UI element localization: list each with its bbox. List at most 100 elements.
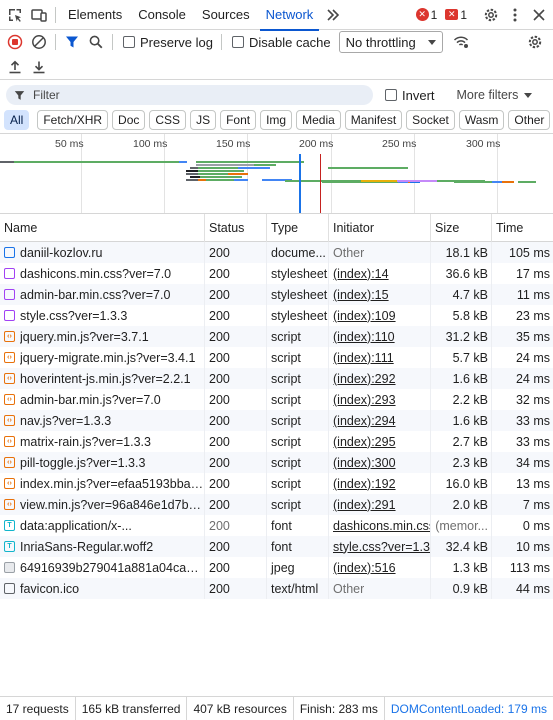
checkbox-box[interactable] <box>231 36 244 48</box>
export-har-icon[interactable] <box>27 55 51 79</box>
initiator-link[interactable]: style.css?ver=1.3.3 <box>333 540 430 554</box>
request-name-cell[interactable]: dashicons.min.css?ver=7.0 <box>0 263 205 284</box>
request-initiator[interactable]: (index):292 <box>329 368 431 389</box>
request-initiator[interactable]: (index):291 <box>329 494 431 515</box>
table-row[interactable]: 64916939b279041a881a04ca0a... 200 jpeg (ind… <box>0 557 553 578</box>
request-name-cell[interactable]: ‹› pill-toggle.js?ver=1.3.3 <box>0 452 205 473</box>
table-row[interactable]: ‹› pill-toggle.js?ver=1.3.3 200 script (inde… <box>0 452 553 473</box>
request-name-cell[interactable]: ‹› nav.js?ver=1.3.3 <box>0 410 205 431</box>
request-name-cell[interactable]: ‹› view.min.js?ver=96a846e1d7b7... <box>0 494 205 515</box>
request-name-cell[interactable]: daniil-kozlov.ru <box>0 242 205 263</box>
table-row[interactable]: ‹› view.min.js?ver=96a846e1d7b7... 200 scri… <box>0 494 553 515</box>
checkbox-box[interactable] <box>123 36 135 48</box>
request-name-cell[interactable]: ‹› admin-bar.min.js?ver=7.0 <box>0 389 205 410</box>
type-filter-media[interactable]: Media <box>296 110 341 130</box>
request-initiator[interactable]: (index):15 <box>329 284 431 305</box>
column-header-time[interactable]: Time <box>492 214 553 242</box>
clear-icon[interactable] <box>27 30 51 54</box>
table-row[interactable]: ‹› admin-bar.min.js?ver=7.0 200 script (inde… <box>0 389 553 410</box>
type-filter-all[interactable]: All <box>4 110 30 130</box>
type-filter-img[interactable]: Img <box>260 110 293 130</box>
request-name-cell[interactable]: style.css?ver=1.3.3 <box>0 305 205 326</box>
table-row[interactable]: ‹› nav.js?ver=1.3.3 200 script (index):294 1.… <box>0 410 553 431</box>
request-initiator[interactable]: (index):294 <box>329 410 431 431</box>
tab-elements[interactable]: Elements <box>60 0 130 30</box>
network-settings-gear-icon[interactable] <box>523 30 547 54</box>
type-filter-fetch-xhr[interactable]: Fetch/XHR <box>37 110 109 130</box>
table-row[interactable]: style.css?ver=1.3.3 200 stylesheet (index):… <box>0 305 553 326</box>
request-initiator[interactable]: (index):109 <box>329 305 431 326</box>
initiator-link[interactable]: (index):111 <box>333 351 394 365</box>
import-har-icon[interactable] <box>3 55 27 79</box>
request-initiator[interactable]: (index):295 <box>329 431 431 452</box>
request-name-cell[interactable]: ‹› index.min.js?ver=efaa5193bbad... <box>0 473 205 494</box>
request-initiator[interactable]: (index):111 <box>329 347 431 368</box>
invert-checkbox[interactable]: Invert <box>385 88 435 103</box>
initiator-link[interactable]: (index):15 <box>333 288 389 302</box>
request-name-cell[interactable]: favicon.ico <box>0 578 205 599</box>
stop-recording-icon[interactable] <box>3 30 27 54</box>
request-initiator[interactable]: (index):516 <box>329 557 431 578</box>
close-devtools-icon[interactable] <box>527 3 551 27</box>
tab-network[interactable]: Network <box>258 0 322 31</box>
type-filter-doc[interactable]: Doc <box>112 110 146 130</box>
request-initiator[interactable]: (index):110 <box>329 326 431 347</box>
table-row[interactable]: dashicons.min.css?ver=7.0 200 stylesheet (i… <box>0 263 553 284</box>
column-header-status[interactable]: Status <box>205 213 267 242</box>
table-row[interactable]: T InriaSans-Regular.woff2 200 font style.css… <box>0 536 553 557</box>
network-conditions-icon[interactable] <box>449 30 473 54</box>
column-header-type[interactable]: Type <box>267 213 329 242</box>
table-row[interactable]: ‹› jquery.min.js?ver=3.7.1 200 script (index… <box>0 326 553 347</box>
table-row[interactable]: Tdata:application/x-... 200 font dashicons.… <box>0 515 553 536</box>
issues-counter[interactable]: ✕ 1 <box>445 8 467 22</box>
table-row[interactable]: admin-bar.min.css?ver=7.0 200 stylesheet (i… <box>0 284 553 305</box>
table-row[interactable]: ‹› jquery-migrate.min.js?ver=3.4.1 200 scri… <box>0 347 553 368</box>
request-initiator[interactable]: (index):293 <box>329 389 431 410</box>
more-filters-dropdown[interactable]: More filters <box>457 88 533 102</box>
more-tabs-icon[interactable] <box>321 3 345 27</box>
column-header-initiator[interactable]: Initiator <box>329 213 431 242</box>
throttling-select[interactable]: No throttling <box>338 31 443 53</box>
type-filter-js[interactable]: JS <box>190 110 217 130</box>
search-icon[interactable] <box>84 30 108 54</box>
initiator-link[interactable]: (index):110 <box>333 330 395 344</box>
request-name-cell[interactable]: ‹› jquery.min.js?ver=3.7.1 <box>0 326 205 347</box>
inspect-element-icon[interactable] <box>3 3 27 27</box>
filter-input[interactable]: Filter <box>6 85 373 105</box>
type-filter-font[interactable]: Font <box>220 110 257 130</box>
tab-console[interactable]: Console <box>130 0 194 30</box>
type-filter-wasm[interactable]: Wasm <box>458 110 505 130</box>
request-name-cell[interactable]: admin-bar.min.css?ver=7.0 <box>0 284 205 305</box>
tab-sources[interactable]: Sources <box>194 0 258 30</box>
customize-menu-icon[interactable] <box>503 3 527 27</box>
column-header-name[interactable]: Name <box>0 213 205 242</box>
initiator-link[interactable]: (index):293 <box>333 393 396 407</box>
request-initiator[interactable]: dashicons.min.css? <box>329 515 431 536</box>
request-name-cell[interactable]: ‹› jquery-migrate.min.js?ver=3.4.1 <box>0 347 205 368</box>
preserve-log-checkbox[interactable]: Preserve log <box>123 35 213 50</box>
initiator-link[interactable]: (index):294 <box>333 414 396 428</box>
request-initiator[interactable]: (index):14 <box>329 263 431 284</box>
settings-gear-icon[interactable] <box>479 3 503 27</box>
table-row[interactable]: ‹› index.min.js?ver=efaa5193bbad... 200 scr… <box>0 473 553 494</box>
initiator-link[interactable]: (index):192 <box>333 477 396 491</box>
initiator-link[interactable]: (index):109 <box>333 309 396 323</box>
request-name-cell[interactable]: 64916939b279041a881a04ca0a... <box>0 557 205 578</box>
device-toolbar-icon[interactable] <box>27 3 51 27</box>
checkbox-box[interactable] <box>385 89 397 101</box>
table-row[interactable]: ‹› hoverintent-js.min.js?ver=2.2.1 200 scri… <box>0 368 553 389</box>
initiator-link[interactable]: (index):291 <box>333 498 396 512</box>
column-header-size[interactable]: Size <box>431 213 492 242</box>
type-filter-socket[interactable]: Socket <box>406 110 455 130</box>
table-row[interactable]: ‹› matrix-rain.js?ver=1.3.3 200 script (inde… <box>0 431 553 452</box>
request-name-cell[interactable]: Tdata:application/x-... <box>0 515 205 536</box>
request-initiator[interactable]: style.css?ver=1.3.3 <box>329 536 431 557</box>
type-filter-other[interactable]: Other <box>508 110 551 130</box>
request-initiator[interactable]: (index):300 <box>329 452 431 473</box>
type-filter-css[interactable]: CSS <box>149 110 187 130</box>
table-row[interactable]: daniil-kozlov.ru 200 docume... Other 18.1 kB… <box>0 242 553 263</box>
filter-funnel-icon[interactable] <box>60 30 84 54</box>
initiator-link[interactable]: dashicons.min.css? <box>333 519 430 533</box>
initiator-link[interactable]: (index):300 <box>333 456 396 470</box>
error-counter[interactable]: ✕ 1 <box>415 8 437 22</box>
